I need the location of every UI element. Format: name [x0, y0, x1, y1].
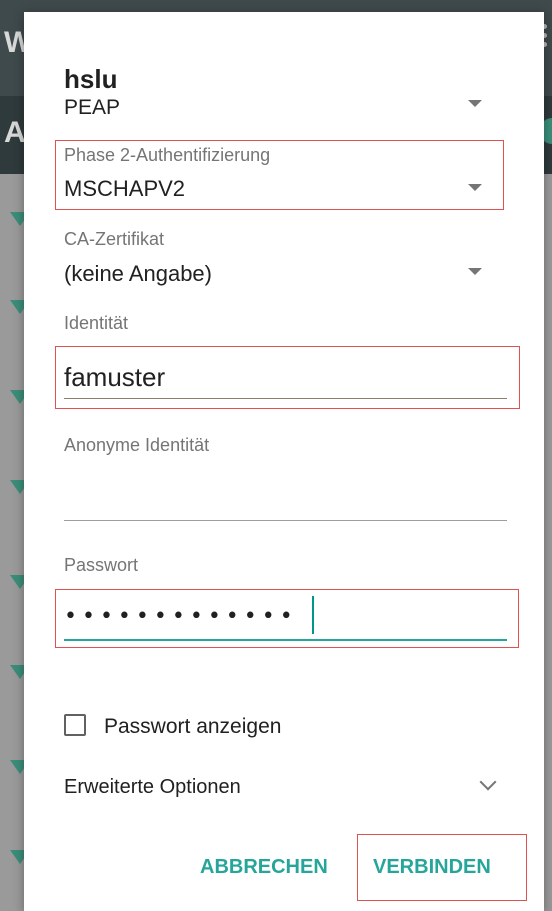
show-password-checkbox[interactable] — [64, 714, 86, 736]
phase2-dropdown-icon[interactable] — [468, 184, 482, 191]
background-toggle-letter: A — [4, 116, 26, 149]
cancel-button[interactable]: ABBRECHEN — [200, 856, 328, 879]
identity-label: Identität — [64, 313, 129, 333]
ca-certificate-value[interactable]: (keine Angabe) — [64, 261, 212, 287]
anonymous-identity-label: Anonyme Identität — [64, 435, 210, 455]
ca-certificate-label: CA-Zertifikat — [64, 229, 165, 249]
ca-certificate-dropdown-icon[interactable] — [468, 268, 482, 275]
eap-method-value[interactable]: PEAP — [64, 96, 120, 120]
phase2-label: Phase 2-Authentifizierung — [64, 145, 271, 165]
connect-button[interactable]: VERBINDEN — [373, 856, 491, 879]
eap-method-dropdown-icon[interactable] — [468, 100, 482, 107]
identity-input[interactable]: famuster — [64, 362, 165, 393]
anonymous-identity-input[interactable] — [64, 482, 507, 516]
password-input[interactable]: ••••••••••••• — [64, 604, 298, 629]
advanced-options-label[interactable]: Erweiterte Optionen — [64, 776, 241, 799]
show-password-label[interactable]: Passwort anzeigen — [104, 715, 281, 739]
identity-underline — [64, 398, 507, 399]
text-cursor — [312, 596, 314, 634]
dialog-title: hslu — [64, 64, 118, 94]
anonymous-identity-underline — [64, 520, 507, 521]
password-label: Passwort — [64, 555, 139, 575]
chevron-down-icon[interactable] — [479, 773, 497, 791]
phase2-value[interactable]: MSCHAPV2 — [64, 176, 185, 202]
wifi-config-dialog: hslu PEAP Phase 2-Authentifizierung MSCH… — [24, 12, 544, 911]
password-underline — [64, 639, 507, 641]
